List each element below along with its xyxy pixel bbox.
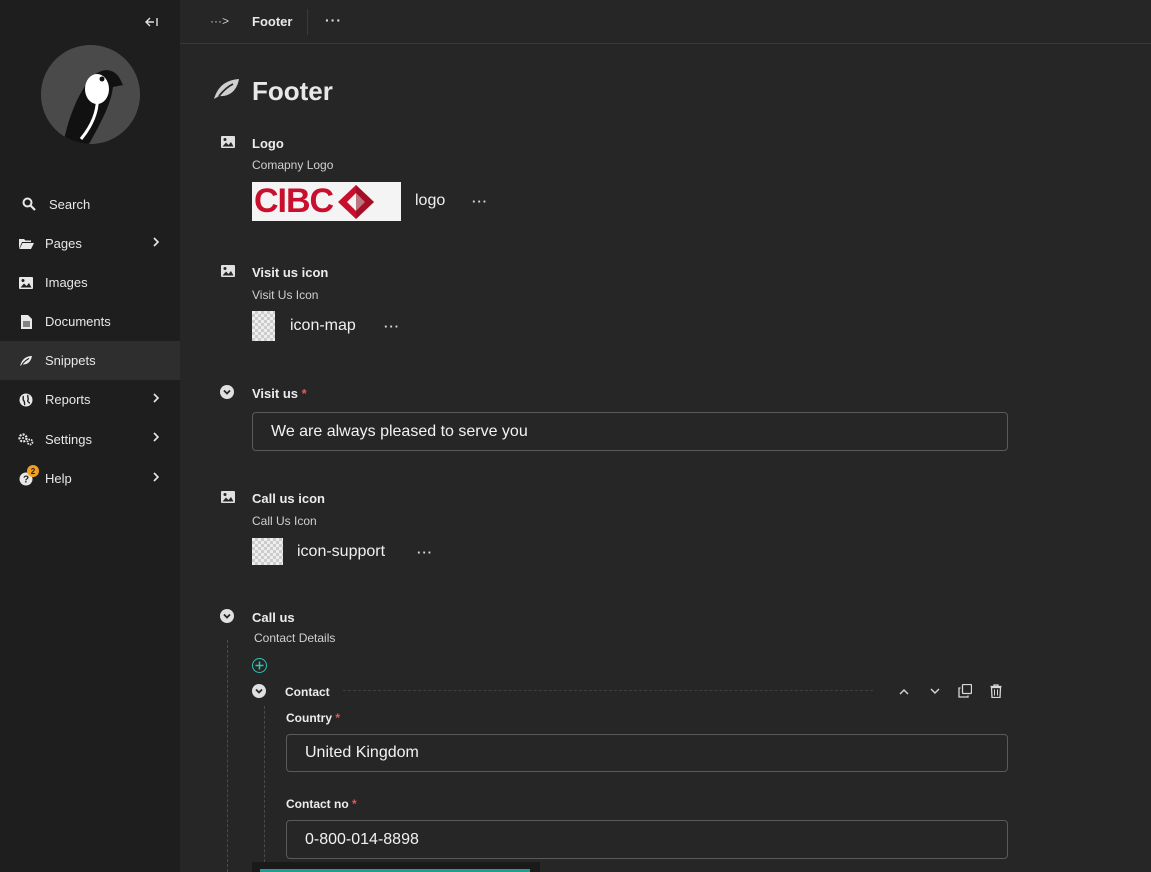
header-divider: [307, 9, 308, 35]
chevron-down-circle-icon[interactable]: [220, 609, 234, 623]
add-block-button[interactable]: [252, 658, 267, 673]
doc-icon: [18, 314, 34, 330]
call-icon-image-preview[interactable]: [252, 538, 283, 565]
country-label: Country *: [286, 711, 340, 725]
page-title: Footer: [213, 76, 333, 107]
visit-icon-help-text: Visit Us Icon: [252, 288, 319, 302]
sidebar-item-images[interactable]: Images: [0, 263, 180, 302]
image-icon: [221, 135, 235, 149]
breadcrumb-title: Footer: [252, 14, 293, 29]
call-icon-help-text: Call Us Icon: [252, 514, 317, 528]
move-up-icon[interactable]: [895, 682, 913, 700]
stream-guide-line: [227, 640, 228, 872]
sidebar-item-label: Reports: [45, 392, 91, 407]
call-icon-label: Call us icon: [252, 491, 325, 506]
block-header-rule: [343, 690, 873, 691]
chevron-right-icon: [152, 236, 164, 250]
visit-us-label-text: Visit us: [252, 386, 299, 401]
required-marker: *: [335, 711, 341, 725]
visit-icon-image-preview[interactable]: [252, 311, 275, 341]
logo-image-text: CIBC: [254, 182, 334, 220]
svg-text:?: ?: [23, 474, 29, 485]
sidebar-item-label: Snippets: [45, 353, 96, 368]
sidebar-item-label: Documents: [45, 314, 111, 329]
image-icon: [18, 275, 34, 291]
chevron-right-icon: [152, 392, 164, 406]
collapse-sidebar-icon[interactable]: [141, 12, 161, 32]
visit-us-input[interactable]: [252, 412, 1008, 451]
block-guide-line: [264, 706, 265, 872]
sidebar-item-settings[interactable]: Settings: [0, 419, 180, 459]
chevron-right-icon: [152, 431, 164, 445]
image-icon: [221, 264, 235, 278]
chevron-right-icon: [152, 471, 164, 485]
breadcrumb-toggle[interactable]: ···>: [210, 14, 229, 28]
delete-icon[interactable]: [987, 682, 1005, 700]
country-label-text: Country: [286, 711, 332, 725]
notification-badge: 2: [27, 465, 39, 477]
logo-more-button[interactable]: ···: [472, 194, 488, 209]
globe-icon: [18, 392, 34, 408]
required-marker: *: [352, 797, 357, 811]
search-icon: [21, 196, 37, 212]
visit-icon-more-button[interactable]: ···: [384, 319, 400, 334]
cibc-diamond-icon: [338, 184, 375, 219]
sidebar-item-label: Images: [45, 275, 88, 290]
snippet-icon: [18, 353, 34, 369]
action-footer-bar[interactable]: [252, 862, 540, 872]
contact-no-label-text: Contact no: [286, 797, 349, 811]
cogs-icon: [18, 431, 34, 447]
visit-icon-label: Visit us icon: [252, 265, 329, 280]
duplicate-icon[interactable]: [956, 682, 974, 700]
sidebar-item-label: Search: [49, 196, 91, 212]
logo-help-text: Comapny Logo: [252, 158, 334, 172]
sidebar-item-label: Help: [45, 471, 72, 486]
sidebar-item-label: Settings: [45, 431, 92, 447]
country-input[interactable]: [286, 734, 1008, 772]
contact-no-label: Contact no *: [286, 797, 357, 811]
folder-open-icon: [18, 236, 34, 252]
image-icon: [221, 490, 235, 504]
visit-icon-image-name: icon-map: [290, 317, 356, 334]
call-us-help-text: Contact Details: [254, 631, 336, 645]
visit-us-label: Visit us *: [252, 386, 307, 401]
contact-block-label: Contact: [285, 685, 330, 699]
main-menu: Search Pages Images Documents Snippets R…: [0, 184, 180, 498]
call-icon-more-button[interactable]: ···: [417, 545, 433, 560]
sidebar-item-snippets[interactable]: Snippets: [0, 341, 180, 380]
contact-no-input[interactable]: [286, 820, 1008, 859]
sidebar-item-help[interactable]: ? 2 Help: [0, 459, 180, 498]
chevron-down-circle-icon[interactable]: [252, 684, 266, 698]
logo-image-name: logo: [415, 192, 446, 209]
sidebar-item-search[interactable]: Search: [0, 184, 180, 224]
sidebar-item-pages[interactable]: Pages: [0, 224, 180, 263]
wagtail-logo[interactable]: [41, 45, 140, 144]
sidebar-item-documents[interactable]: Documents: [0, 302, 180, 341]
logo-label: Logo: [252, 136, 284, 151]
call-icon-image-name: icon-support: [297, 543, 386, 560]
chevron-down-circle-icon[interactable]: [220, 385, 234, 399]
sidebar-item-reports[interactable]: Reports: [0, 380, 180, 419]
call-us-label: Call us: [252, 610, 295, 625]
plus-icon: [255, 661, 264, 670]
sidebar: Search Pages Images Documents Snippets R…: [0, 0, 180, 872]
page-heading: Footer: [252, 76, 333, 106]
snippet-icon: [213, 78, 240, 105]
page-header: ···> Footer ···: [180, 0, 1151, 44]
header-more-button[interactable]: ···: [325, 12, 342, 28]
logo-image-preview[interactable]: CIBC: [252, 182, 401, 221]
sidebar-item-label: Pages: [45, 236, 82, 251]
required-marker: *: [301, 386, 307, 401]
move-down-icon[interactable]: [926, 682, 944, 700]
